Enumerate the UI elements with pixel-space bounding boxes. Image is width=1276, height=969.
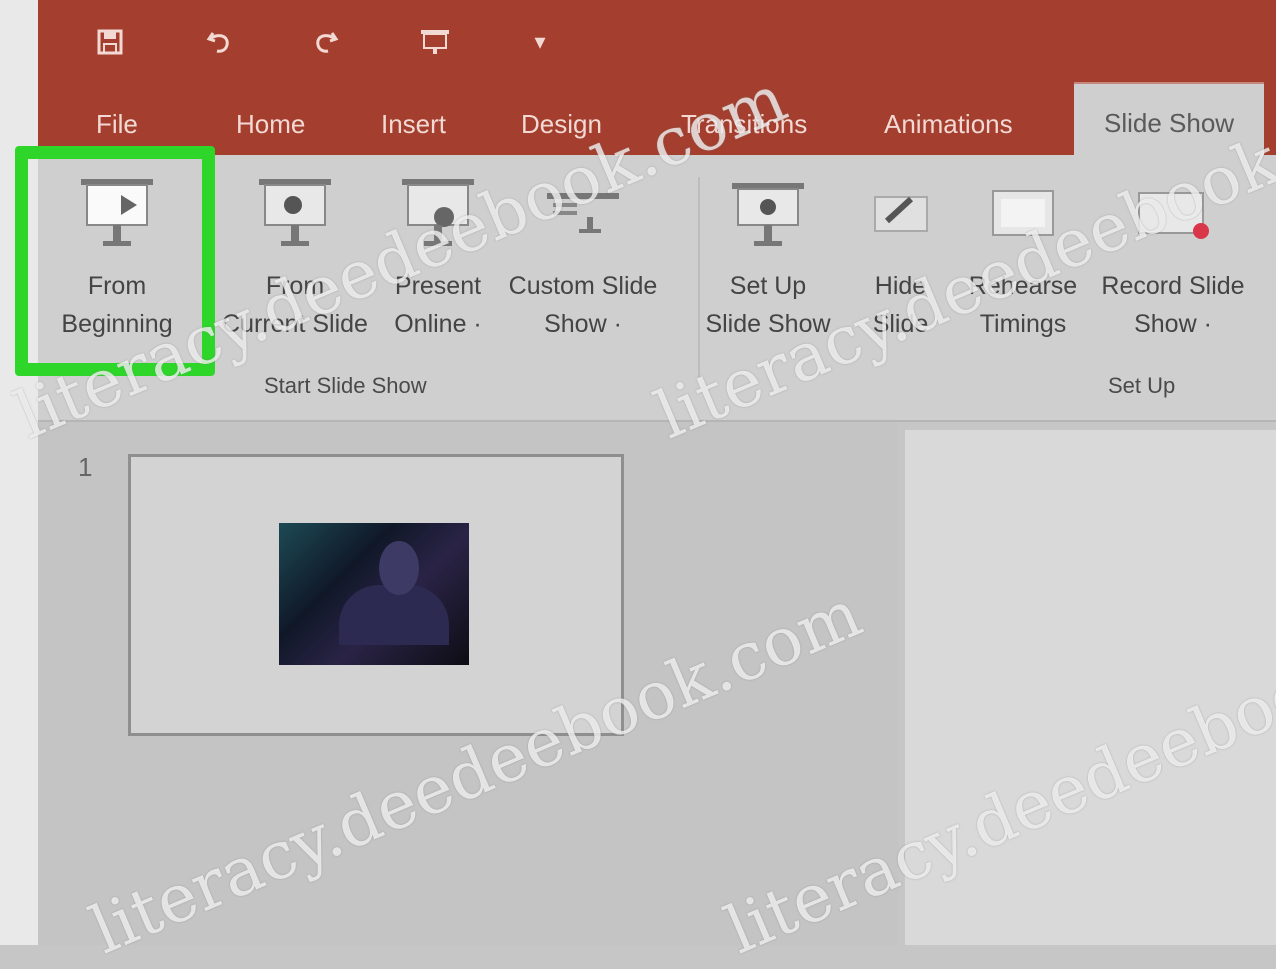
tab-file[interactable]: File bbox=[88, 101, 146, 147]
group-label-set-up: Set Up bbox=[1108, 373, 1176, 398]
slide-number: 1 bbox=[78, 452, 93, 482]
tab-insert[interactable]: Insert bbox=[373, 101, 454, 147]
slide-thumbnail[interactable] bbox=[128, 454, 624, 736]
save-icon[interactable] bbox=[88, 20, 132, 64]
set-up-slide-show-icon bbox=[728, 175, 808, 255]
tab-home[interactable]: Home bbox=[228, 101, 313, 147]
customize-icon[interactable]: ▾ bbox=[518, 20, 562, 64]
hide-slide-icon bbox=[861, 175, 941, 255]
group-label-start-slide-show: Start Slide Show bbox=[264, 373, 427, 398]
quick-access-toolbar: ▾ bbox=[38, 0, 1276, 85]
window-edge bbox=[0, 0, 38, 945]
from-current-slide-icon bbox=[255, 175, 335, 255]
tab-animations[interactable]: Animations bbox=[876, 101, 1021, 147]
redo-icon[interactable] bbox=[303, 20, 347, 64]
slide-image bbox=[279, 523, 469, 665]
start-from-beginning-icon[interactable] bbox=[413, 20, 457, 64]
undo-icon[interactable] bbox=[198, 20, 242, 64]
